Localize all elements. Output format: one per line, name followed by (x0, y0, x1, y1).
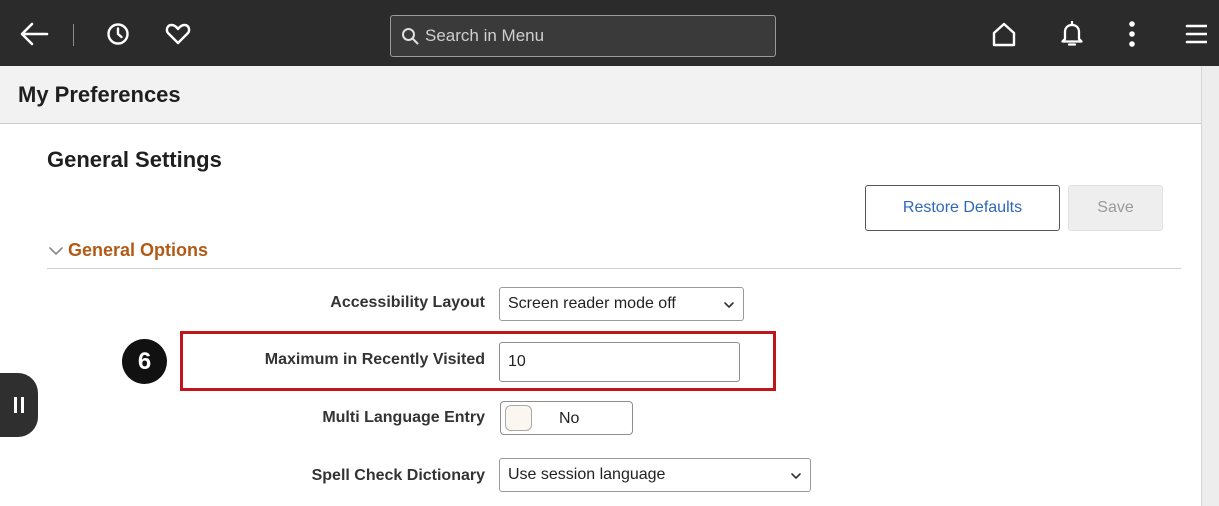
search-input[interactable] (425, 26, 755, 46)
accessibility-layout-select[interactable]: Screen reader mode off (499, 287, 744, 321)
navbar-button[interactable] (1180, 18, 1212, 50)
history-clock-icon (107, 23, 129, 45)
recently-visited-button[interactable] (102, 18, 134, 50)
page-title-bar: My Preferences (0, 66, 1201, 124)
home-button[interactable] (988, 18, 1020, 50)
search-menu-field[interactable] (390, 15, 776, 57)
dropdown-caret-icon (791, 473, 801, 480)
search-icon (402, 28, 419, 45)
top-banner (0, 0, 1219, 66)
handle-grip-bar (21, 397, 24, 413)
favorites-button[interactable] (162, 18, 194, 50)
actions-menu-button[interactable] (1116, 18, 1148, 50)
home-icon (992, 22, 1016, 47)
back-arrow-icon (20, 22, 49, 46)
page-title: My Preferences (18, 82, 181, 107)
navbar-icon (1185, 24, 1207, 44)
back-button[interactable] (18, 18, 50, 50)
handle-grip-bar (14, 397, 17, 413)
notifications-bell-icon (1061, 20, 1083, 46)
spell-check-value: Use session language (508, 466, 666, 483)
favorites-heart-icon (165, 23, 191, 45)
accessibility-layout-label: Accessibility Layout (330, 294, 485, 311)
side-panel-handle[interactable] (0, 373, 38, 437)
dropdown-caret-icon (724, 302, 734, 309)
actions-menu-icon (1129, 21, 1135, 47)
spell-check-label: Spell Check Dictionary (311, 467, 485, 484)
section-divider (47, 268, 1181, 269)
step-number-badge: 6 (122, 339, 167, 384)
general-options-title: General Options (68, 240, 209, 260)
general-options-header[interactable]: General Options (48, 240, 208, 261)
restore-defaults-button[interactable]: Restore Defaults (865, 185, 1060, 231)
accessibility-layout-value: Screen reader mode off (508, 295, 676, 312)
section-title: General Settings (47, 147, 222, 172)
spell-check-select[interactable]: Use session language (499, 458, 811, 492)
toggle-state-label: No (559, 410, 580, 427)
multi-language-label: Multi Language Entry (322, 409, 485, 426)
highlight-callout-box (180, 331, 776, 391)
multi-language-toggle[interactable]: No (500, 401, 633, 435)
banner-separator (73, 24, 74, 46)
vertical-scrollbar[interactable] (1201, 66, 1219, 506)
save-button[interactable]: Save (1068, 185, 1163, 231)
chevron-down-icon (48, 245, 64, 257)
notifications-button[interactable] (1056, 18, 1088, 50)
toggle-knob (505, 405, 532, 431)
